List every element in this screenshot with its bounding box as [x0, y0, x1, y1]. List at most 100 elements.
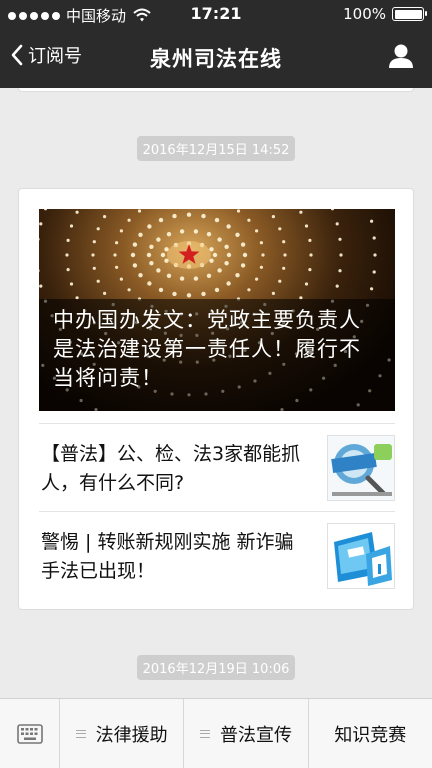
ceiling-light: [138, 273, 143, 278]
ceiling-light: [172, 213, 177, 219]
ceiling-light: [372, 270, 376, 274]
ceiling-light: [206, 273, 212, 278]
timestamp: 2016年12月19日 10:06: [0, 655, 432, 680]
ceiling-light: [156, 237, 161, 242]
article-item[interactable]: 警惕 | 转账新规刚实施 新诈骗手法已出现！: [39, 511, 395, 599]
ceiling-light: [242, 252, 248, 258]
ceiling-light: [65, 253, 69, 257]
bottom-menu-bar: 法律援助 普法宣传 知识竞赛: [0, 698, 432, 768]
ceiling-light: [193, 229, 199, 234]
ceiling-light: [201, 291, 206, 297]
ceiling-light: [166, 232, 172, 237]
ceiling-light: [103, 215, 107, 219]
ceiling-light: [370, 287, 374, 291]
ceiling-light: [255, 277, 259, 281]
timestamp-label: 2016年12月19日 10:06: [136, 655, 296, 680]
ceiling-light: [92, 240, 96, 244]
menu-list-icon: [199, 729, 210, 738]
ceiling-light: [338, 269, 342, 273]
menu-label: 普法宣传: [219, 724, 292, 746]
ceiling-light: [304, 282, 309, 286]
timestamp: 2016年12月15日 14:52: [0, 136, 432, 161]
ceiling-light: [217, 237, 222, 242]
menu-knowledge-quiz[interactable]: 知识竞赛: [309, 699, 432, 768]
article-item[interactable]: 【普法】公、检、法3家都能抓人，有什么不同?: [39, 423, 395, 511]
ceiling-light: [66, 268, 70, 272]
ceiling-light: [119, 229, 123, 233]
ceiling-light: [235, 273, 240, 278]
battery-percent: 100%: [343, 5, 386, 23]
ceiling-light: [160, 252, 166, 258]
ceiling-light: [240, 263, 246, 268]
ceiling-light: [271, 291, 275, 295]
menu-law-promotion[interactable]: 普法宣传: [184, 699, 309, 768]
cover-article[interactable]: 中办国办发文：党政主要负责人是法治建设第一责任人！履行不当将问责！: [39, 209, 395, 411]
ceiling-light: [158, 217, 164, 223]
message-feed[interactable]: 2016年12月15日 14:52 中办国办发文：党政主要负责人是法治建设第一责…: [0, 88, 432, 698]
ceiling-light: [130, 252, 136, 258]
ceiling-light: [156, 268, 161, 273]
ceiling-light: [335, 222, 339, 226]
ceiling-light: [113, 253, 117, 257]
keyboard-toggle-button[interactable]: [0, 699, 60, 768]
ceiling-light: [96, 227, 100, 231]
ceiling-light: [372, 236, 376, 240]
article-title: 【普法】公、检、法3家都能抓人，有什么不同?: [41, 443, 301, 494]
ceiling-light: [127, 288, 131, 292]
ceiling-light: [259, 265, 263, 269]
ceiling-light: [282, 240, 286, 244]
ceiling-light: [214, 217, 220, 223]
ceiling-light: [235, 232, 240, 237]
ceiling-light: [69, 224, 74, 228]
ceiling-light: [127, 218, 131, 222]
page-title: 泉州司法在线: [150, 47, 282, 71]
ceiling-light: [69, 282, 74, 286]
ceiling-light: [308, 268, 312, 272]
ceiling-light: [278, 279, 282, 283]
ceiling-light: [39, 222, 43, 226]
ceiling-light: [271, 215, 275, 219]
status-bar: 中国移动 17:21 100%: [0, 0, 432, 28]
law-promo-thumbnail: [327, 435, 395, 501]
ceiling-light: [92, 266, 96, 270]
menu-legal-aid[interactable]: 法律援助: [60, 699, 185, 768]
ceiling-light: [212, 252, 218, 258]
ceiling-light: [39, 238, 40, 241]
ceiling-light: [132, 263, 138, 268]
profile-button[interactable]: [388, 43, 414, 73]
ceiling-light: [247, 288, 251, 292]
status-right: 100%: [343, 5, 427, 23]
ceiling-light: [206, 232, 212, 237]
ceiling-light: [103, 291, 107, 295]
person-icon: [389, 44, 413, 68]
ceiling-light: [299, 210, 303, 214]
menu-label: 法律援助: [95, 724, 168, 746]
ceiling-light: [186, 212, 192, 217]
ceiling-light: [166, 273, 172, 278]
ceiling-light: [132, 242, 138, 247]
ceiling-light: [214, 287, 220, 293]
ceiling-light: [172, 291, 177, 297]
ceiling-light: [236, 209, 241, 213]
ceiling-light: [240, 242, 246, 247]
ceiling-light: [119, 277, 123, 281]
ceiling-light: [283, 253, 287, 257]
ceiling-light: [147, 224, 152, 229]
ceiling-light: [255, 229, 259, 233]
menu-label: 知识竞赛: [334, 724, 407, 746]
ceiling-light: [278, 227, 282, 231]
ceiling-light: [339, 253, 343, 257]
ceiling-light: [261, 253, 265, 257]
ceiling-light: [247, 218, 251, 222]
ceiling-light: [186, 293, 192, 298]
ceiling-light: [39, 269, 40, 272]
ceiling-light: [146, 252, 152, 258]
ceiling-light: [179, 229, 185, 234]
ceiling-light: [39, 284, 43, 288]
ceiling-light: [226, 252, 232, 258]
cover-title: 中办国办发文：党政主要负责人是法治建设第一责任人！履行不当将问责！: [39, 299, 395, 411]
ceiling-light: [224, 244, 229, 249]
ceiling-light: [370, 219, 374, 223]
nav-bar: 订阅号 泉州司法在线: [0, 28, 432, 88]
keyboard-icon: [16, 723, 43, 744]
